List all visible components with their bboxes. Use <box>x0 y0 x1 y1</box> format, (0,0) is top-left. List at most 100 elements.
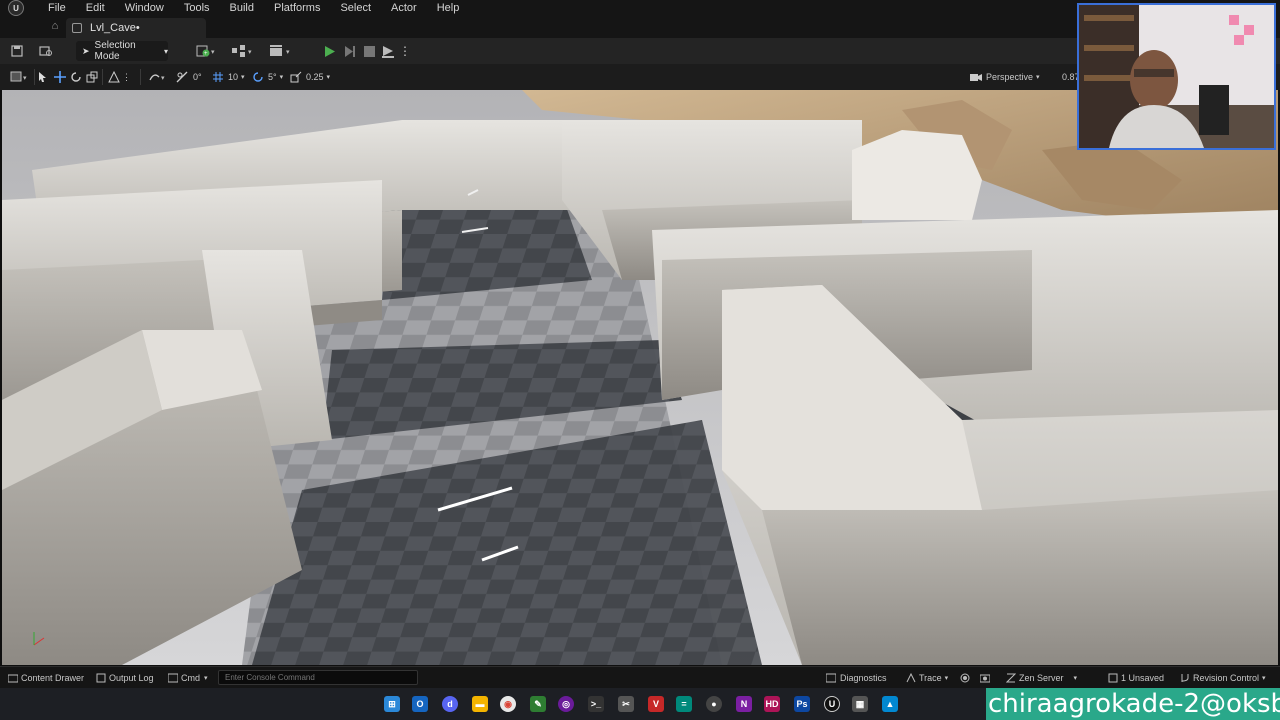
stop-icon[interactable] <box>362 41 376 61</box>
menu-window[interactable]: Window <box>115 0 174 16</box>
webcam-feed <box>1079 5 1274 148</box>
surface-snapping-icon[interactable]: ▾ <box>148 69 168 85</box>
menu-actor[interactable]: Actor <box>381 0 427 16</box>
webcam-overlay <box>1077 3 1276 150</box>
chevron-down-icon: ▾ <box>163 46 168 56</box>
unreal-engine-icon[interactable]: U <box>824 696 840 712</box>
upi-watermark: chiraagrokade-2@oksbi <box>986 688 1280 720</box>
chevron-down-icon: ▾ <box>204 675 208 682</box>
eject-icon[interactable] <box>380 41 396 61</box>
level-viewport[interactable] <box>2 90 1278 665</box>
level-tab-label: Lvl_Cave• <box>90 22 140 34</box>
record-icon[interactable] <box>960 671 970 685</box>
scale-tool-icon[interactable] <box>86 69 98 85</box>
obs-icon[interactable]: ● <box>706 696 722 712</box>
github-icon[interactable]: ◎ <box>558 696 574 712</box>
menu-edit[interactable]: Edit <box>76 0 115 16</box>
menu-platforms[interactable]: Platforms <box>264 0 330 16</box>
level-tab[interactable]: Lvl_Cave• <box>66 18 206 38</box>
unreal-logo-icon[interactable]: U <box>8 0 24 16</box>
content-drawer-button[interactable]: Content Drawer <box>8 671 84 685</box>
svg-text:▾: ▾ <box>248 49 252 56</box>
menu-tools[interactable]: Tools <box>174 0 220 16</box>
diagnostics-label: Diagnostics <box>840 673 887 683</box>
trace-dropdown[interactable]: Trace ▾ <box>906 671 948 685</box>
revision-control-dropdown[interactable]: Revision Control ▾ <box>1180 671 1266 685</box>
zen-server-label: Zen Server <box>1019 673 1064 683</box>
chevron-down-icon: ▾ <box>326 74 331 81</box>
visual-studio-icon[interactable]: N <box>736 696 752 712</box>
svg-text:+: + <box>204 51 208 57</box>
rotate-tool-icon[interactable] <box>70 69 82 85</box>
hd-app-icon[interactable]: HD <box>764 696 780 712</box>
viewport-options-icon[interactable]: ▾ <box>10 69 30 85</box>
chevron-down-icon: ▾ <box>1073 675 1078 682</box>
view-mode-dropdown[interactable]: Perspective ▾ <box>970 69 1040 85</box>
more-options-icon[interactable]: ⋮ <box>122 69 131 85</box>
screenshot-icon[interactable] <box>980 671 990 685</box>
unsaved-label: 1 Unsaved <box>1121 673 1165 683</box>
chevron-down-icon: ▾ <box>279 74 284 81</box>
svg-text:▾: ▾ <box>23 75 27 82</box>
outlook-icon[interactable]: O <box>412 696 428 712</box>
scale-snap-toggle[interactable]: 0.25 ▾ <box>290 69 330 85</box>
step-forward-icon[interactable] <box>342 41 358 61</box>
chevron-down-icon: ▾ <box>944 675 949 682</box>
unsaved-button[interactable]: 1 Unsaved <box>1108 671 1164 685</box>
grid-snap-toggle[interactable]: 10 ▾ <box>212 69 245 85</box>
chrome-icon[interactable]: ◉ <box>500 696 516 712</box>
home-icon[interactable]: ⌂ <box>48 20 62 34</box>
angle-snap-value: 5° <box>268 72 277 82</box>
notepad-icon[interactable]: ✎ <box>530 696 546 712</box>
level-icon <box>72 23 82 33</box>
status-bar: Content Drawer Output Log Cmd ▾ Diagnost… <box>0 666 1280 688</box>
cinematics-icon[interactable]: ▾ <box>268 41 294 61</box>
selection-mode-dropdown[interactable]: ➤ Selection Mode ▾ <box>76 40 168 62</box>
chevron-down-icon: ▾ <box>1262 675 1266 682</box>
browse-icon[interactable] <box>38 41 54 61</box>
coordinate-system-icon[interactable] <box>108 69 120 85</box>
menu-build[interactable]: Build <box>220 0 264 16</box>
more-options-icon[interactable]: ⋮ <box>399 41 411 61</box>
building-app-icon[interactable]: ▦ <box>852 696 868 712</box>
console-command-input[interactable] <box>218 670 418 685</box>
photos-icon[interactable]: ▲ <box>882 696 898 712</box>
zen-server-dropdown[interactable]: Zen Server ▾ <box>1006 671 1077 685</box>
output-log-label: Output Log <box>109 673 154 683</box>
rotation-snap-value: 0° <box>193 72 202 82</box>
translate-tool-icon[interactable] <box>54 69 66 85</box>
angle-snap-toggle[interactable]: 5° ▾ <box>252 69 283 85</box>
menu-help[interactable]: Help <box>427 0 470 16</box>
vivaldi-icon[interactable]: V <box>648 696 664 712</box>
scene-render <box>2 90 1278 665</box>
menu-file[interactable]: File <box>38 0 76 16</box>
svg-text:▾: ▾ <box>211 49 215 56</box>
snipping-tool-icon[interactable]: ✂ <box>618 696 634 712</box>
blueprint-icon[interactable]: ▾ <box>230 41 256 61</box>
play-icon[interactable] <box>322 41 338 61</box>
cursor-arrow-icon: ➤ <box>82 45 90 56</box>
add-actor-icon[interactable]: + ▾ <box>194 41 220 61</box>
calculator-icon[interactable]: = <box>676 696 692 712</box>
content-drawer-label: Content Drawer <box>21 673 85 683</box>
cmd-label: Cmd <box>181 673 201 683</box>
svg-text:▾: ▾ <box>286 49 290 56</box>
windows-start-icon[interactable]: ⊞ <box>384 696 400 712</box>
selection-mode-label: Selection Mode <box>94 40 136 62</box>
select-tool-icon[interactable] <box>38 69 48 85</box>
chevron-down-icon: ▾ <box>241 74 245 81</box>
discord-icon[interactable]: d <box>442 696 458 712</box>
svg-text:▾: ▾ <box>161 75 165 82</box>
rotation-snap-toggle[interactable]: 0° <box>176 69 202 85</box>
photoshop-icon[interactable]: Ps <box>794 696 810 712</box>
terminal-icon[interactable]: >_ <box>588 696 604 712</box>
grid-snap-value: 10 <box>228 72 239 82</box>
output-log-button[interactable]: Output Log <box>96 671 154 685</box>
menu-select[interactable]: Select <box>330 0 381 16</box>
diagnostics-button[interactable]: Diagnostics <box>826 671 887 685</box>
trace-label: Trace <box>919 673 942 683</box>
save-icon[interactable] <box>10 41 24 61</box>
file-explorer-icon[interactable]: ▬ <box>472 696 488 712</box>
cmd-dropdown[interactable]: Cmd ▾ <box>168 671 208 685</box>
revision-control-label: Revision Control <box>1193 673 1260 683</box>
